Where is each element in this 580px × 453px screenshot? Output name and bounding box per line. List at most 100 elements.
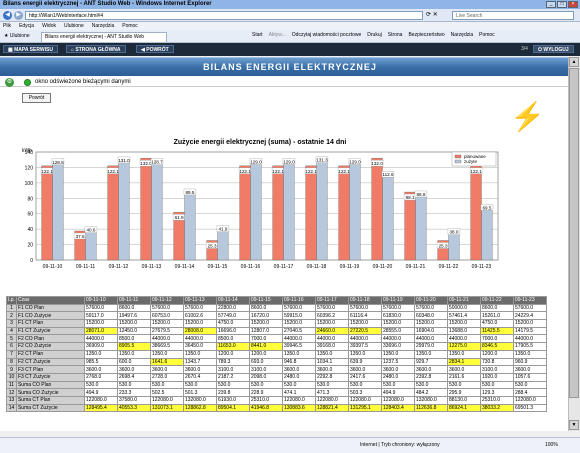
home-button[interactable]: ⌂ STRONA GŁÓWNA [66,45,126,53]
x-tick-label: 09-11-13 [142,264,162,270]
row-label: Suma CO Plan [15,380,85,390]
table-cell: 1350.0 [380,349,415,359]
cmd-page[interactable]: Strona [388,32,403,38]
site-map-button[interactable]: ▦ MAPA SERWISU [3,45,58,53]
bar-zużyte [382,172,394,261]
table-cell: 29979.0 [413,342,448,351]
minimize-button[interactable]: _ [546,1,556,8]
scroll-up-icon[interactable]: ▲ [569,57,579,67]
bar-zużyte [85,228,97,261]
back-app-button[interactable]: ◀ POWRÓT [136,45,174,53]
table-cell: 8500.0 [215,334,250,344]
menu-item[interactable]: Narzędzia [92,23,115,29]
table-cell: 474.1 [281,388,316,397]
table-row: 12 Suma CO Zużycie 494.9 233.3 502.5 501.3 239… [6,388,547,397]
refresh-stop-icons[interactable]: ⟳ ✕ [426,11,450,20]
data-label: 86.9 [416,192,425,197]
bar-zużyte [250,160,262,261]
legend-swatch [454,159,462,164]
table-cell: 1350.0 [83,349,118,359]
favorites-button[interactable]: ★ Ulubione [4,33,30,39]
cmd-help[interactable]: Pomoc [479,32,495,38]
logout-button[interactable]: ⏻ WYLOGUJ [533,45,574,53]
menu-item[interactable]: Ulubione [64,23,84,29]
table-cell: 57600.0 [380,303,415,313]
table-cell: 61930.0 [215,395,250,405]
table-cell: 60753.0 [149,311,184,321]
data-label: 128.5 [52,160,64,165]
cmd-activity[interactable]: Aktyw... [269,32,286,38]
table-cell: 730.8 [479,357,514,367]
scroll-down-icon[interactable]: ▼ [569,420,579,430]
menu-item[interactable]: Pomoc [122,23,138,29]
data-label: 128.7 [151,160,163,165]
address-bar[interactable]: http://Wlan1/WebInterface.html#4 [25,11,423,20]
table-cell: 4750.0 [215,319,250,328]
table-cell: 128862.8 [182,403,217,413]
forward-nav-icon[interactable]: ▶ [14,11,23,20]
table-cell: 89504.1 [215,403,250,413]
table-cell: 15200.0 [347,319,382,328]
column-header: Lp. [6,296,17,305]
table-cell: 15200.0 [512,319,547,328]
table-cell: 1350.0 [413,349,448,359]
cmd-print[interactable]: Drukuj [367,32,381,38]
cmd-start[interactable]: Start [252,32,263,38]
menu-item[interactable]: Edycja [19,23,34,29]
cmd-security[interactable]: Bezpieczeństwo [408,32,444,38]
table-cell: 1200.0 [215,349,250,359]
y-tick-label: 80 [27,196,33,202]
bar-zużyte [118,158,130,261]
table-cell: 16720.0 [248,311,283,321]
table-cell: 61116.4 [347,311,382,321]
table-cell: 1350.0 [149,349,184,359]
data-label: 69.5 [482,205,491,210]
column-header: 09-11-23 [512,296,547,305]
close-button[interactable]: × [568,1,578,8]
column-header: 09-11-22 [479,296,514,305]
table-cell: 25310.0 [248,395,283,405]
table-cell: 86924.1 [446,403,481,413]
table-cell: 27679.5 [149,326,184,336]
cmd-mail[interactable]: Odczytaj wiadomości pocztowe [292,32,361,38]
row-label: F1 CT Zużycie [15,326,85,336]
table-row: 14 Suma CT Zużycie 128495.4 40553.3 131073.1… [6,403,547,413]
browser-tab[interactable]: Bilans energii elektrycznej - ANT Studio… [41,32,167,42]
table-cell: 122080.0 [512,395,547,405]
scroll-thumb[interactable] [569,68,579,398]
table-cell: 44000.0 [380,334,415,344]
bar-planowane [140,158,152,261]
row-number: 6 [6,342,17,351]
table-cell: 2480.0 [380,372,415,382]
maximize-button[interactable]: □ [557,1,567,8]
table-cell: 11425.5 [479,326,514,336]
table-cell: 15200.0 [182,319,217,328]
table-cell: 122080.0 [314,395,349,405]
table-cell: 2098.0 [248,372,283,382]
y-tick-label: 40 [27,227,33,233]
menu-item[interactable]: Widok [42,23,56,29]
menu-item[interactable]: Plik [3,23,11,29]
table-row: 6 F2 CO Zużycie 36909.0 8905.5 38669.5 36450.… [6,342,547,351]
table-cell: 8600.0 [116,303,151,313]
search-input[interactable]: Live Search [452,11,574,20]
table-cell: 44000.0 [413,334,448,344]
gear-icon[interactable]: ⚙ [5,78,14,87]
table-cell: 1350.0 [512,349,547,359]
table-cell: 131295.1 [347,403,382,413]
table-cell: 494.9 [83,388,118,397]
cmd-tools[interactable]: Narzędzia [451,32,474,38]
table-cell: 503.3 [347,388,382,397]
data-label: 25.3 [208,243,217,248]
zoom-level[interactable]: 100% [545,442,558,448]
column-header: 09-11-10 [83,296,118,305]
table-cell: 88130.0 [446,395,481,405]
table-cell: 2768.0 [83,372,118,382]
bar-zużyte [349,160,361,261]
powrot-button[interactable]: Powrót [22,93,51,103]
table-cell: 530.0 [446,380,481,390]
data-label: 40.6 [86,228,95,233]
table-cell: 12450.0 [116,326,151,336]
back-nav-icon[interactable]: ◀ [3,11,12,20]
data-label: 88.1 [406,195,415,200]
